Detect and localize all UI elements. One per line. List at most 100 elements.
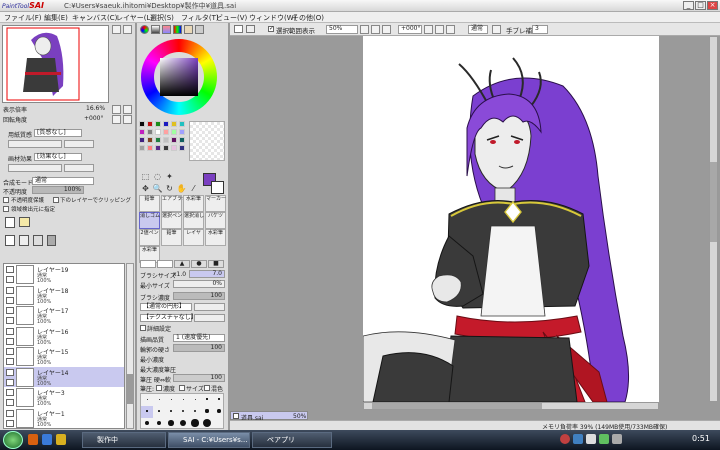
palette-swatch[interactable] (171, 137, 177, 143)
pressure-hardness-slider[interactable]: 100 (173, 374, 225, 382)
paper-texture-scale[interactable] (8, 140, 62, 148)
empty-swatch-area[interactable] (189, 121, 225, 161)
size-preset[interactable] (189, 394, 201, 406)
layer-row[interactable]: レイヤー15 通常 100% (4, 346, 124, 368)
canvas-flip-button[interactable] (446, 25, 455, 34)
pressure-size-checkbox[interactable] (179, 385, 185, 391)
pressure-blend-checkbox[interactable] (204, 385, 210, 391)
clear-layer-icon[interactable] (33, 235, 43, 246)
background-color-swatch[interactable] (211, 181, 224, 194)
rotate-left-button[interactable] (112, 115, 121, 124)
rotate-right-button[interactable] (123, 115, 132, 124)
pressure-density-checkbox[interactable] (156, 385, 162, 391)
zoom-icon[interactable]: 🔍 (152, 183, 163, 194)
blend-mode-select[interactable]: 通常 (32, 177, 94, 185)
eyedropper-icon[interactable]: ⁄ (188, 183, 199, 194)
zoom-minus-button[interactable] (112, 105, 121, 114)
size-preset[interactable] (153, 418, 165, 430)
hsv-slider-tab-icon[interactable] (162, 25, 171, 34)
brush-texture-select[interactable]: 【テクスチャなし】 (140, 314, 197, 322)
palette-swatch[interactable] (139, 129, 145, 135)
menu-file[interactable]: ファイル(F) (4, 13, 42, 23)
clipping-checkbox[interactable] (53, 197, 59, 203)
palette-swatch[interactable] (139, 121, 145, 127)
brush-texture-strength[interactable] (194, 314, 225, 322)
canvas-zoom-select[interactable]: 50% (326, 25, 358, 34)
size-preset[interactable] (165, 394, 177, 406)
layer-lock-checkbox[interactable] (6, 419, 14, 427)
palette-swatch[interactable] (179, 129, 185, 135)
brush-shape-select[interactable]: 【通常の円形】 (140, 303, 192, 311)
layer-lock-checkbox[interactable] (6, 317, 14, 324)
size-preset[interactable] (213, 406, 225, 418)
size-preset[interactable] (153, 394, 165, 406)
menu-select[interactable]: 選択(S) (150, 13, 174, 23)
palette-swatch[interactable] (155, 121, 161, 127)
minimize-button[interactable]: _ (683, 1, 694, 10)
layer-lock-checkbox[interactable] (6, 399, 14, 406)
size-preset[interactable] (165, 418, 177, 430)
size-preset[interactable] (141, 394, 153, 406)
palette-swatch[interactable] (147, 121, 153, 127)
selection-source-checkbox[interactable] (3, 206, 9, 212)
tray-volume-icon[interactable] (586, 434, 596, 444)
paper-texture-strength[interactable] (64, 140, 94, 148)
effect-strength[interactable] (64, 164, 94, 172)
brush-button[interactable]: 選択消し (183, 212, 204, 229)
palette-swatch[interactable] (171, 121, 177, 127)
brush-button[interactable]: バケツ (205, 212, 226, 229)
trash-icon[interactable] (47, 235, 56, 246)
task-other-app[interactable]: ペアプリ (252, 432, 332, 448)
swatch-tab-icon[interactable] (195, 25, 204, 34)
min-size-slider[interactable]: 0% (173, 280, 225, 288)
eye-icon[interactable] (6, 389, 14, 396)
eye-icon[interactable] (6, 307, 14, 314)
zoom-plus-button[interactable] (123, 105, 132, 114)
document-tab[interactable]: 道具.sai 50% (230, 411, 308, 422)
eye-icon[interactable] (6, 266, 14, 273)
quality-select[interactable]: 1 (速度優先) (173, 334, 225, 342)
color-wheel[interactable] (141, 39, 217, 115)
menu-canvas[interactable]: キャンバス(C) (72, 13, 117, 23)
rect-select-icon[interactable]: ⬚ (140, 171, 151, 182)
palette-swatch[interactable] (163, 137, 169, 143)
layer-lock-checkbox[interactable] (6, 276, 14, 283)
vertical-scroll-thumb[interactable] (710, 162, 717, 242)
size-preset[interactable] (153, 406, 165, 418)
deselect-icon[interactable] (234, 25, 243, 33)
brush-button[interactable]: 選択ペン (161, 212, 182, 229)
shape-square-icon[interactable]: ■ (208, 260, 224, 268)
saturation-value-square[interactable] (160, 58, 198, 96)
mixer-tab-icon[interactable] (184, 25, 193, 34)
size-preset[interactable] (189, 406, 201, 418)
palette-swatch[interactable] (179, 121, 185, 127)
merge-down-icon[interactable] (19, 235, 29, 246)
brush-size-slider[interactable]: 7.0 (189, 270, 225, 278)
tray-security-icon[interactable] (599, 434, 609, 444)
move-icon[interactable]: ✥ (140, 183, 151, 194)
edge-hardness-slider[interactable]: 100 (173, 344, 225, 352)
menu-layer[interactable]: レイヤー(L) (116, 13, 153, 23)
crop-icon[interactable] (246, 25, 255, 33)
palette-swatch[interactable] (155, 137, 161, 143)
brush-shape-strength[interactable] (194, 303, 225, 311)
palette-swatch[interactable] (179, 137, 185, 143)
menu-other[interactable]: その他(O) (292, 13, 324, 23)
brush-size-multiplier[interactable]: x1.0 (173, 271, 186, 278)
rotate-icon[interactable]: ↻ (164, 183, 175, 194)
palette-swatch[interactable] (179, 145, 185, 151)
protect-opacity-checkbox[interactable] (3, 197, 9, 203)
brush-button[interactable]: 水彩筆 (183, 195, 204, 212)
palette-tab-icon[interactable] (173, 25, 182, 34)
canvas-vertical-scrollbar[interactable] (709, 36, 718, 402)
palette-swatch[interactable] (147, 137, 153, 143)
eye-icon[interactable] (6, 368, 14, 376)
layer-row[interactable]: レイヤー18 通常 100% (4, 284, 124, 307)
detail-settings-checkbox[interactable] (140, 325, 146, 331)
nav-zoom-in-button[interactable] (112, 25, 121, 34)
layer-list-scrollbar[interactable] (126, 263, 134, 429)
new-layer-icon[interactable] (5, 217, 15, 228)
brush-button[interactable]: レイヤ (183, 229, 204, 246)
folder-icon[interactable] (56, 434, 66, 445)
palette-swatch[interactable] (163, 145, 169, 151)
